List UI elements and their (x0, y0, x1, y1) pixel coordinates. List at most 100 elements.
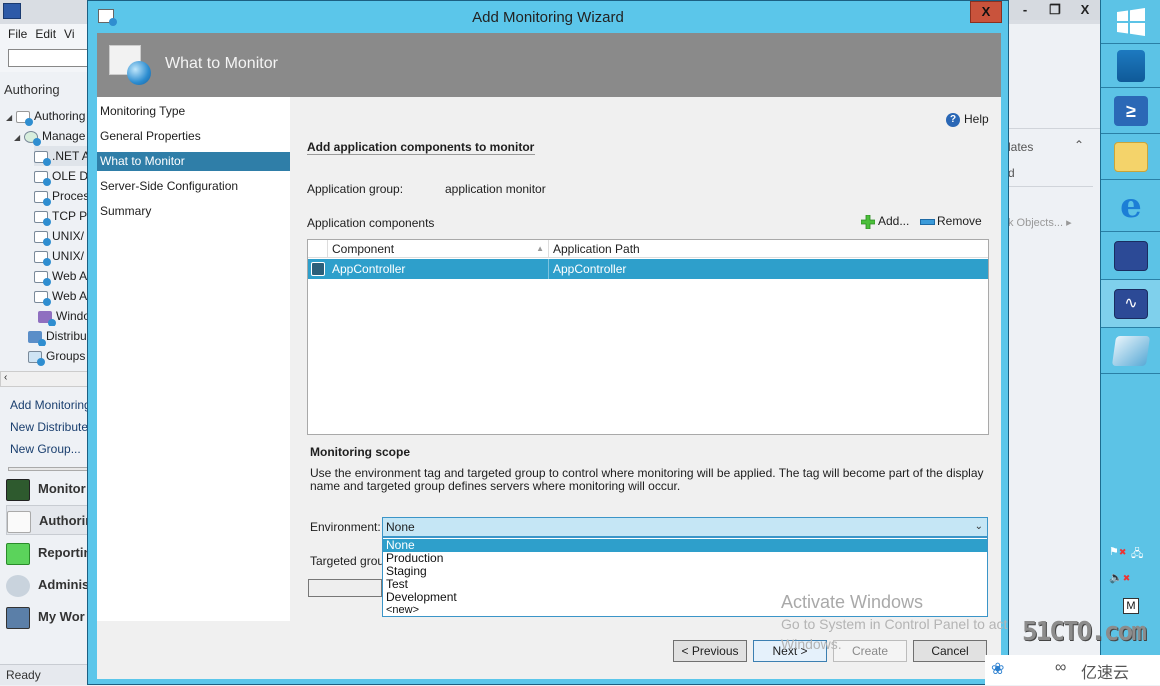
expand-icon[interactable]: ◢ (14, 128, 24, 146)
template-icon (34, 290, 51, 306)
yisu-watermark: ❀ ∞ 亿速云 (985, 655, 1160, 685)
monitoring-icon (6, 478, 30, 501)
section-title: Add application components to monitor (307, 140, 535, 154)
step-what-to-monitor[interactable]: What to Monitor (97, 152, 290, 171)
server-manager-icon (1117, 49, 1145, 82)
menu-view[interactable]: Vi (64, 24, 74, 44)
help-icon[interactable]: ? (946, 113, 960, 127)
horizontal-scrollbar[interactable]: ‹ (0, 371, 88, 387)
activate-windows-hint: Go to System in Control Panel to act (781, 616, 1008, 632)
reporting-icon (6, 542, 30, 565)
close-button[interactable]: X (970, 1, 1002, 23)
grid-header: Component ▲ Application Path (308, 240, 988, 258)
task-new-group[interactable]: New Group... (10, 442, 88, 456)
taskbar-explorer[interactable] (1101, 134, 1160, 180)
add-icon[interactable] (861, 215, 875, 229)
wizard-header: What to Monitor (97, 33, 1001, 97)
search-input[interactable] (8, 49, 90, 67)
menu-file[interactable]: File (8, 24, 27, 44)
create-button[interactable]: Create (833, 640, 907, 662)
powershell-icon: ≥ (1114, 95, 1148, 126)
template-icon (34, 190, 51, 206)
targeted-group-field[interactable] (308, 579, 382, 597)
option-production[interactable]: Production (383, 552, 987, 565)
internet-explorer-icon: e (1120, 185, 1142, 226)
pane-splitter[interactable] (8, 467, 88, 471)
add-monitoring-wizard: Add Monitoring Wizard X What to Monitor … (87, 0, 1009, 685)
environment-dropdown[interactable]: None ⌄ (382, 517, 988, 537)
monitor-icon (24, 130, 41, 146)
template-icon (34, 170, 51, 186)
taskbar-operations-console[interactable]: ∿ (1101, 280, 1160, 328)
sort-ascending-icon: ▲ (536, 244, 544, 253)
taskbar-internet-explorer[interactable]: e (1101, 180, 1160, 232)
gear-icon (6, 574, 30, 597)
wizard-steps-nav: Monitoring Type General Properties What … (97, 97, 290, 621)
table-row[interactable]: AppController AppController (308, 259, 988, 279)
workspace-my-workspace[interactable]: My Wor (6, 602, 88, 632)
console-window-controls: - ❐ X (1010, 0, 1100, 20)
step-summary[interactable]: Summary (97, 202, 290, 221)
task-item[interactable]: d (1008, 166, 1015, 180)
step-general-properties[interactable]: General Properties (97, 127, 290, 146)
activate-windows-watermark: Activate Windows (781, 592, 924, 612)
option-test[interactable]: Test (383, 578, 987, 591)
volume-muted-icon[interactable]: 🔈✖ (1109, 571, 1130, 584)
option-staging[interactable]: Staging (383, 565, 987, 578)
pane-title: Authoring (4, 82, 60, 97)
close-button[interactable]: X (1070, 0, 1100, 20)
template-icon (34, 270, 51, 286)
step-monitoring-type[interactable]: Monitoring Type (97, 102, 290, 121)
workspace-authoring[interactable]: Authorin (6, 505, 88, 535)
components-grid: Component ▲ Application Path AppControlle… (307, 239, 989, 435)
tasks-pane (1008, 76, 1100, 685)
workspace-monitoring[interactable]: Monitor (6, 474, 88, 504)
chevron-down-icon[interactable]: ⌄ (975, 518, 983, 536)
remove-button[interactable]: Remove (937, 214, 982, 228)
taskbar-server-manager[interactable] (1101, 44, 1160, 88)
step-server-side-configuration[interactable]: Server-Side Configuration (97, 177, 290, 196)
collapse-icon[interactable]: ⌃ (1074, 138, 1084, 152)
cancel-button[interactable]: Cancel (913, 640, 987, 662)
workspace-administration[interactable]: Adminis (6, 570, 88, 600)
authoring-icon (16, 110, 33, 126)
task-new-distributed[interactable]: New Distributed (10, 420, 88, 434)
restore-button[interactable]: ❐ (1040, 0, 1070, 20)
scroll-left-icon[interactable]: ‹ (4, 372, 7, 383)
add-button[interactable]: Add... (878, 214, 909, 228)
column-header-application-path[interactable]: Application Path (549, 240, 988, 258)
task-add-monitoring[interactable]: Add Monitoring (10, 398, 88, 412)
template-icon (34, 250, 51, 266)
environment-label: Environment: (310, 520, 381, 534)
component-icon (311, 262, 325, 276)
minimize-button[interactable]: - (1010, 0, 1040, 20)
task-work-objects[interactable]: k Objects... ▸ (1008, 216, 1072, 229)
menu-edit[interactable]: Edit (35, 24, 56, 44)
tree-item[interactable]: ◢ Authoring (6, 106, 94, 126)
input-method-indicator[interactable]: M (1123, 598, 1139, 614)
taskbar-powershell[interactable]: ≥ (1101, 88, 1160, 134)
divider (1008, 186, 1093, 187)
taskbar-notepad[interactable] (1101, 328, 1160, 374)
remove-icon[interactable] (920, 219, 935, 225)
app-icon (34, 150, 51, 166)
templates-header: lates (1008, 140, 1034, 154)
groups-icon (28, 350, 45, 366)
menu-bar: File Edit Vi (0, 24, 100, 44)
workspace-reporting[interactable]: Reportin (6, 538, 88, 568)
console-app-icon (3, 3, 21, 19)
expand-icon[interactable]: ◢ (6, 108, 16, 126)
application-group-label: Application group: (307, 182, 404, 196)
cloud-app-icon (1114, 240, 1148, 271)
action-center-flag-icon[interactable]: ⚑✖ (1109, 545, 1126, 558)
network-icon[interactable]: 🖧 (1131, 545, 1143, 564)
previous-button[interactable]: < Previous (673, 640, 747, 662)
site-watermark: 51CTO.com (1022, 617, 1147, 647)
start-button[interactable] (1101, 0, 1160, 44)
application-group-value: application monitor (445, 182, 546, 196)
folder-icon (1114, 141, 1148, 172)
help-link[interactable]: Help (964, 112, 989, 126)
option-none[interactable]: None (383, 539, 987, 552)
column-header-component[interactable]: Component ▲ (328, 240, 549, 258)
taskbar-app-controller[interactable] (1101, 232, 1160, 280)
